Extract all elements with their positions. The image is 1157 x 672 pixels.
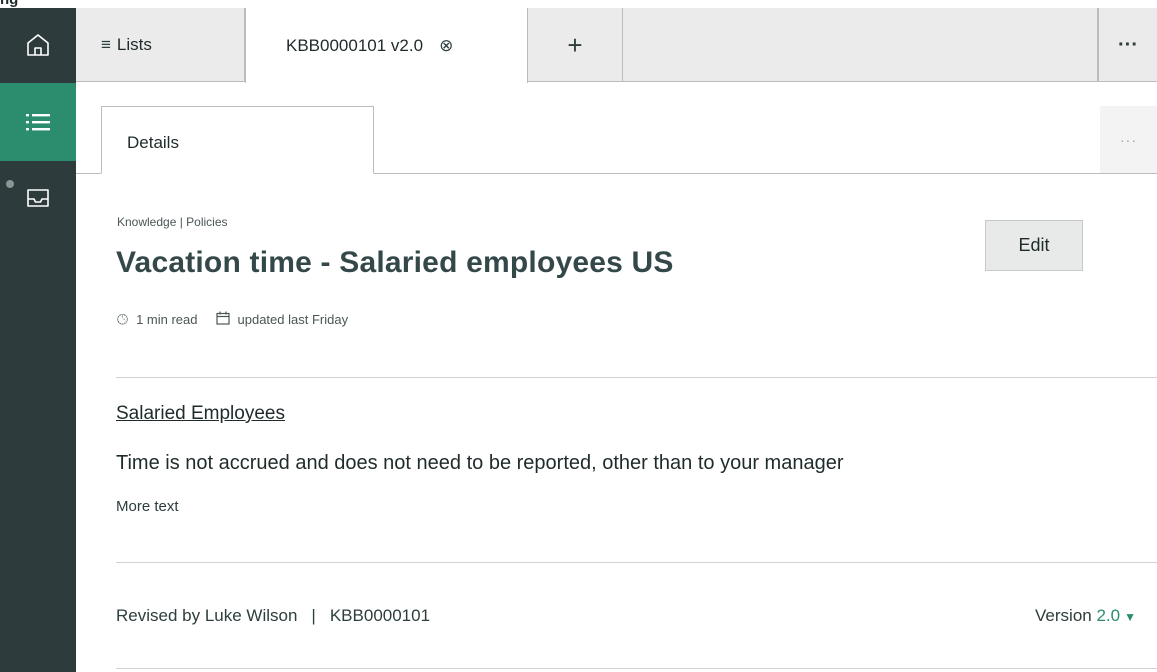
version-label: Version <box>1035 606 1092 625</box>
rail-indicator-dot <box>6 180 14 188</box>
revision-info: Revised by Luke Wilson | KBB0000101 <box>116 606 430 626</box>
more-text-link[interactable]: More text <box>116 498 179 515</box>
tab-strip-empty-space <box>623 8 1098 82</box>
section-heading-link[interactable]: Salaried Employees <box>116 403 285 425</box>
breadcrumb: Knowledge | Policies <box>117 215 228 229</box>
tab-lists[interactable]: ≡ Lists <box>76 8 245 82</box>
updated-date: updated last Friday <box>237 312 349 327</box>
new-tab-button[interactable]: + <box>528 8 623 82</box>
article-meta: 🕒︎ 1 min read updated last Friday <box>117 311 348 328</box>
article-footer: Revised by Luke Wilson | KBB0000101 Versio… <box>116 606 1136 636</box>
cropped-text: ng <box>0 0 18 8</box>
footer-separator: | <box>311 606 316 625</box>
more-icon: ··· <box>1120 131 1137 148</box>
bottom-divider <box>116 668 1157 669</box>
version-number: 2.0 <box>1096 606 1121 625</box>
tab-strip: ≡ Lists KBB0000101 v2.0 ⊗ + ··· <box>76 8 1157 83</box>
content-divider <box>116 377 1157 378</box>
article-body: Time is not accrued and does not need to… <box>116 452 844 474</box>
tab-article-label: KBB0000101 v2.0 <box>286 35 424 55</box>
inbox-icon <box>27 189 49 207</box>
chevron-down-icon: ▼ <box>1124 610 1136 624</box>
footer-divider <box>116 562 1157 563</box>
plus-icon: + <box>567 29 583 60</box>
article-id: KBB0000101 <box>329 606 431 625</box>
rail-home-button[interactable] <box>0 8 76 82</box>
tab-details-label: Details <box>127 133 179 152</box>
edit-button[interactable]: Edit <box>985 220 1083 271</box>
read-time: 1 min read <box>136 312 198 327</box>
calendar-icon <box>215 311 230 328</box>
more-icon: ··· <box>1118 33 1138 56</box>
list-icon <box>26 114 50 131</box>
details-overflow-button[interactable]: ··· <box>1100 106 1157 173</box>
left-rail <box>0 8 76 672</box>
rail-lists-button[interactable] <box>0 83 76 161</box>
rail-inbox-button[interactable] <box>0 161 76 235</box>
close-tab-icon[interactable]: ⊗ <box>439 36 453 56</box>
tab-article[interactable]: KBB0000101 v2.0 ⊗ <box>245 8 528 83</box>
details-header: Details ··· <box>76 82 1157 174</box>
tab-lists-label: Lists <box>116 35 152 54</box>
menu-icon: ≡ <box>101 35 111 54</box>
page-title: Vacation time - Salaried employees US <box>116 246 674 279</box>
home-icon <box>27 34 49 56</box>
version-dropdown[interactable]: Version 2.0 ▼ <box>1035 606 1136 626</box>
clock-icon: 🕒︎ <box>117 311 129 327</box>
cropped-text-fragment: ng <box>0 0 60 8</box>
tab-details[interactable]: Details <box>101 106 374 174</box>
tab-overflow-button[interactable]: ··· <box>1098 8 1157 82</box>
revised-by: Revised by Luke Wilson <box>116 606 298 625</box>
